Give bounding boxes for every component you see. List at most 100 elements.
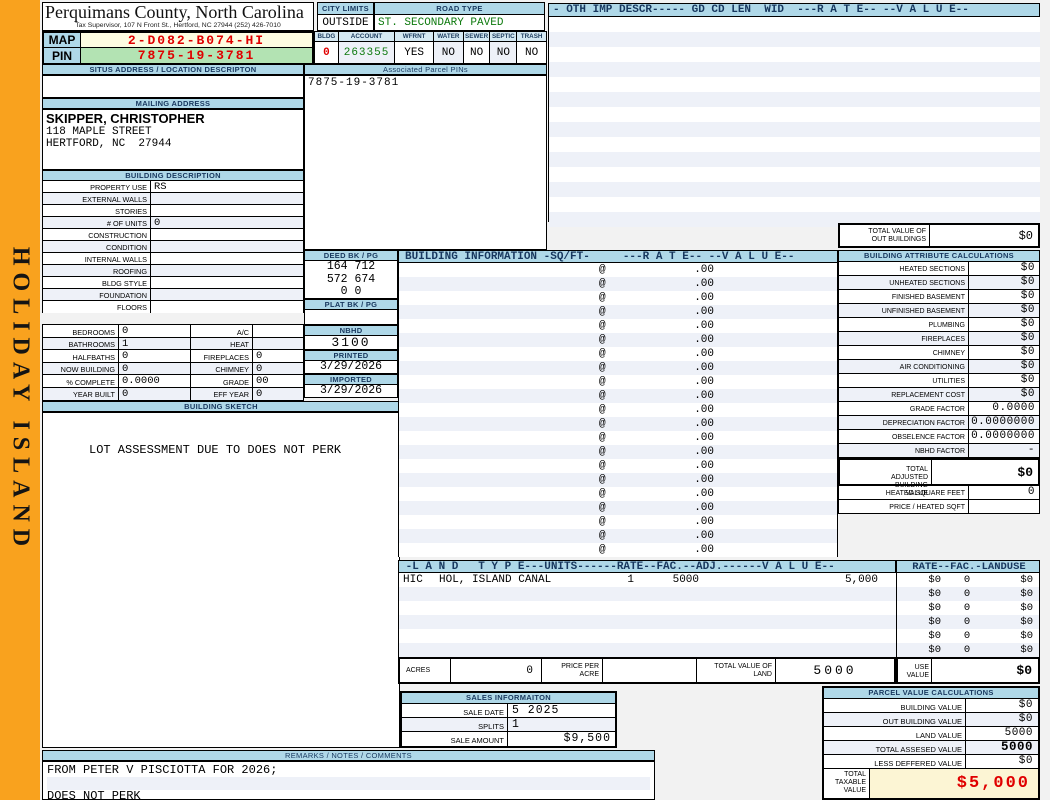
building-sketch-header: BUILDING SKETCH	[42, 401, 400, 412]
imported-value: 3/29/2026	[304, 385, 398, 398]
parcel-value-label: LESS DEFFERED VALUE	[824, 755, 966, 768]
plat-bk-pg-value	[304, 310, 398, 325]
parcel-value-row: TOTAL ASSESED VALUE 5000	[824, 741, 1038, 755]
other-improvements-empty-row	[549, 47, 1040, 62]
rate-fac-row: $0 0 $0	[897, 629, 1039, 643]
at-symbol: @	[599, 404, 606, 416]
total-value-of-land-label: TOTAL VALUE OF LAND	[714, 662, 772, 678]
attribute-value: $0	[1020, 318, 1035, 330]
sales-row: SPLITS 1	[402, 718, 615, 732]
heated-square-feet-row: HEATED SQUARE FEET 0	[838, 486, 1040, 500]
attribute-row: REPLACEMENT COST $0	[838, 388, 1040, 402]
stat-label: BEDROOMS	[43, 325, 119, 337]
plat-bk-pg-header: PLAT BK / PG	[304, 299, 398, 310]
rate-value: .00	[694, 418, 714, 430]
building-stats-row: HALFBATHS 0 FIREPLACES 0	[43, 350, 303, 363]
building-information-row: @ .00	[399, 445, 837, 459]
at-symbol: @	[599, 348, 606, 360]
land-description	[439, 615, 589, 629]
land-adj	[699, 587, 789, 601]
at-symbol: @	[599, 320, 606, 332]
sales-information-table: SALE DATE 5 2025 SPLITS 1 SALE AMOUNT $9…	[402, 704, 615, 746]
building-stats-row: % COMPLETE 0.0000 GRADE 00	[43, 375, 303, 388]
account-utility-value: 263355	[343, 46, 390, 59]
attribute-label: FIREPLACES	[839, 332, 969, 345]
sales-information-box: SALES INFORMAITON SALE DATE 5 2025 SPLIT…	[400, 691, 617, 748]
stat-value: 0	[256, 362, 263, 375]
land-units	[589, 643, 634, 657]
building-attribute-calculations: BUILDING ATTRIBUTE CALCULATIONS HEATED S…	[838, 250, 1040, 514]
use-value-box: USE VALUE $0	[896, 657, 1040, 684]
land-value	[789, 587, 896, 601]
attribute-label: PLUMBING	[839, 318, 969, 331]
mailing-line: HERTFORD, NC 27944	[46, 138, 172, 150]
building-description-row: BLDG STYLE	[43, 277, 303, 289]
other-improvements-empty-row	[549, 182, 1040, 197]
land-row	[399, 643, 896, 657]
land-rate: 5000	[672, 574, 699, 586]
account-utility-value: 0	[323, 46, 330, 59]
at-symbol: @	[599, 278, 606, 290]
attribute-row: GRADE FACTOR 0.0000	[838, 402, 1040, 416]
at-symbol: @	[599, 264, 606, 276]
building-information-row: @ .00	[399, 263, 837, 277]
sales-label: SALE AMOUNT	[402, 732, 508, 746]
land-rate	[634, 587, 699, 601]
building-information-row: @ .00	[399, 277, 837, 291]
stat-label: EFF YEAR	[191, 387, 253, 400]
fac-cell: 0	[963, 574, 971, 586]
building-stats-row: BATHROOMS 1 HEAT	[43, 337, 303, 350]
attribute-row: DEPRECIATION FACTOR 0.0000000	[838, 416, 1040, 430]
building-description-label: BLDG STYLE	[43, 277, 151, 288]
rate-fac-row: $0 0 $0	[897, 587, 1039, 601]
building-information-row: @ .00	[399, 389, 837, 403]
stat-label: HEAT	[191, 337, 253, 349]
total-taxable-label: TOTAL TAXABLE VALUE	[824, 769, 870, 798]
building-description-label: EXTERNAL WALLS	[43, 193, 151, 204]
land-value	[789, 643, 896, 657]
attribute-row: CHIMNEY $0	[838, 346, 1040, 360]
account-utility-header: TRASH	[517, 32, 546, 42]
parcel-value-label: OUT BUILDING VALUE	[824, 713, 966, 726]
building-description-row: CONDITION	[43, 241, 303, 253]
attribute-row: NBHD FACTOR -	[838, 444, 1040, 458]
at-symbol: @	[599, 334, 606, 346]
imported-header: IMPORTED	[304, 374, 398, 385]
attribute-value: 0.0000000	[971, 430, 1035, 442]
attribute-row: OBSELENCE FACTOR 0.0000000	[838, 430, 1040, 444]
attribute-label: AIR CONDITIONING	[839, 360, 969, 373]
building-description-value	[151, 265, 303, 276]
land-code	[399, 601, 439, 615]
stat-value: 0	[119, 387, 191, 400]
rate-fac-landuse-header: RATE--FAC.-LANDUSE	[896, 560, 1040, 573]
building-information-row: @ .00	[399, 459, 837, 473]
owner-name: SKIPPER, CHRISTOPHER	[46, 111, 205, 126]
deed-bk-pg-header: DEED BK / PG	[304, 250, 398, 261]
sales-value: $9,500	[563, 732, 611, 745]
attribute-value: $0	[1020, 346, 1035, 358]
pin-value: 7875-19-3781	[81, 48, 312, 63]
parcel-value-label: BUILDING VALUE	[824, 699, 966, 712]
attribute-row: PLUMBING $0	[838, 318, 1040, 332]
account-utility-column: WFRNT YES	[395, 32, 434, 63]
other-improvements-empty-row	[549, 32, 1040, 47]
land-adj	[699, 573, 789, 587]
landuse-cell: $0	[1020, 630, 1033, 642]
stat-label: HALFBATHS	[43, 350, 119, 362]
building-description-row: STORIES	[43, 205, 303, 217]
building-description-row: ROOFING	[43, 265, 303, 277]
acres-label: ACRES	[406, 666, 431, 674]
nbhd-header: NBHD	[304, 325, 398, 336]
parcel-value-label: TOTAL ASSESED VALUE	[824, 741, 966, 754]
remarks-line: FROM PETER V PISCIOTTA FOR 2026;	[47, 763, 278, 777]
account-utility-value: YES	[404, 46, 425, 59]
account-utility-header: SEPTIC	[490, 32, 517, 42]
total-taxable-value-box: TOTAL TAXABLE VALUE $5,000	[824, 769, 1038, 798]
total-adjusted-value: $0	[1017, 464, 1033, 480]
at-symbol: @	[599, 488, 606, 500]
account-utility-value: NO	[496, 46, 510, 59]
building-description-row: FOUNDATION	[43, 289, 303, 301]
land-units	[589, 615, 634, 629]
deed-column: DEED BK / PG 164 712 572 674 0 0 PLAT BK…	[304, 250, 398, 398]
building-description-label: CONDITION	[43, 241, 151, 252]
